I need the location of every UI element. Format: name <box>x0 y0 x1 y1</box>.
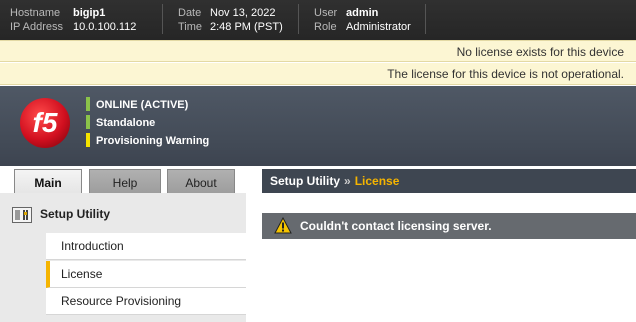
status-standalone: Standalone <box>86 115 209 133</box>
time-value: 2:48 PM (PST) <box>210 21 283 33</box>
divider <box>298 4 299 34</box>
sidebar-item-resource-provisioning[interactable]: Resource Provisioning <box>46 288 246 315</box>
license-notice: No license exists for this device <box>0 40 636 62</box>
datetime-info: Date Nov 13, 2022 Time 2:48 PM (PST) <box>178 6 283 34</box>
status-indicator <box>86 133 90 147</box>
tab-main[interactable]: Main <box>14 169 82 195</box>
main-content: Couldn't contact licensing server. <box>246 193 636 322</box>
license-notice: The license for this device is not opera… <box>0 63 636 85</box>
date-value: Nov 13, 2022 <box>210 7 276 19</box>
top-info-bar: Hostname bigip1 IP Address 10.0.100.112 Da… <box>0 0 636 40</box>
role-value: Administrator <box>346 21 411 33</box>
device-status: ONLINE (ACTIVE) Standalone Provisioning … <box>86 97 209 151</box>
status-indicator <box>86 115 90 129</box>
user-label: User <box>314 7 338 19</box>
error-alert: Couldn't contact licensing server. <box>262 213 636 239</box>
user-value: admin <box>346 7 379 19</box>
host-info: Hostname bigip1 IP Address 10.0.100.112 <box>10 6 136 34</box>
header-band: f5 ONLINE (ACTIVE) Standalone Provisioni… <box>0 86 636 195</box>
status-online-label: ONLINE (ACTIVE) <box>96 99 189 111</box>
breadcrumb-separator: » <box>344 174 351 188</box>
setup-utility-icon <box>12 206 32 223</box>
alert-message: Couldn't contact licensing server. <box>300 219 492 233</box>
tab-help[interactable]: Help <box>89 169 161 195</box>
sidebar-heading-label: Setup Utility <box>40 207 111 221</box>
user-info: User admin Role Administrator <box>314 6 411 34</box>
logo-text: f5 <box>33 107 58 138</box>
status-warning-label: Provisioning Warning <box>96 135 210 147</box>
status-provisioning-warning[interactable]: Provisioning Warning <box>86 133 209 151</box>
date-label: Date <box>178 7 202 19</box>
role-label: Role <box>314 21 337 33</box>
status-online: ONLINE (ACTIVE) <box>86 97 209 115</box>
tab-about[interactable]: About <box>167 169 235 195</box>
sidebar-item-introduction[interactable]: Introduction <box>46 233 246 260</box>
sidebar-heading[interactable]: Setup Utility <box>12 205 110 223</box>
breadcrumb-current: License <box>354 174 400 188</box>
breadcrumb-parent[interactable]: Setup Utility <box>270 174 340 188</box>
sidebar-item-license[interactable]: License <box>46 261 246 288</box>
ip-label: IP Address <box>10 21 63 33</box>
hostname-label: Hostname <box>10 7 61 19</box>
breadcrumb: Setup Utility » License <box>262 169 636 193</box>
status-indicator <box>86 97 90 111</box>
divider <box>162 4 163 34</box>
divider <box>425 4 426 34</box>
time-label: Time <box>178 21 203 33</box>
sidebar: Setup Utility Introduction License Resou… <box>0 193 246 322</box>
warning-icon <box>274 217 292 234</box>
f5-logo[interactable]: f5 <box>18 96 72 150</box>
status-standalone-label: Standalone <box>96 117 156 129</box>
hostname-value: bigip1 <box>73 7 106 19</box>
ip-value: 10.0.100.112 <box>73 21 137 33</box>
